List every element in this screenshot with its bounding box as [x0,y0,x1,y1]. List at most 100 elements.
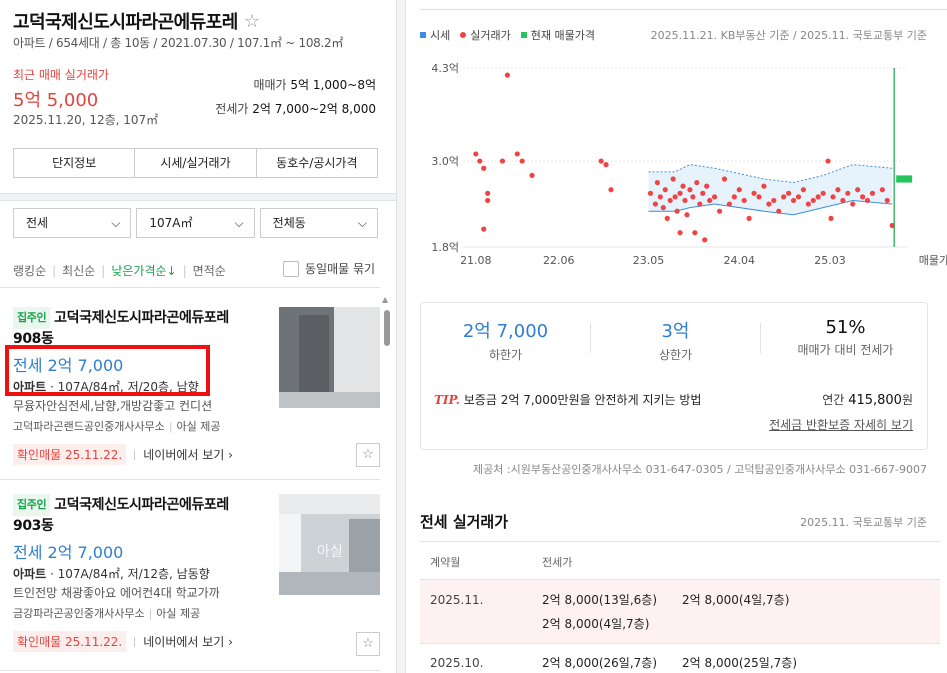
trade-point [835,187,841,193]
y-tick-label: 3.0억 [431,155,459,168]
trade-point [662,187,668,193]
trade-point [736,187,742,193]
legend-market-label: 시세 [430,29,451,42]
listing-photo[interactable]: 아실 [279,494,380,595]
building-select[interactable]: 전체동 ⌵ [259,208,378,238]
complex-name: 고덕국제신도시파라곤에듀포레 [13,12,238,33]
panel-divider [397,0,406,673]
trade-point [704,183,710,189]
trade-point [810,197,816,204]
x-tick-label: 매물가격 [919,254,947,267]
col-month: 계약월 [430,556,461,569]
trade-point [805,201,811,207]
trade-row: 2025.10. 2억 8,000(26일,7층) 2억 8,000(25일,7층… [420,643,940,673]
x-tick-label: 21.08 [460,254,492,267]
trade-month: 2025.11. [430,593,484,607]
summary-max: 3억 상한가 [591,317,760,363]
tip-row: TIP. 보증금 2억 7,000만원을 안전하게 지키는 방법 [434,391,701,408]
trade-type-select[interactable]: 전세 ⌵ [13,208,132,238]
sale-range-value: 5억 1,000~8억 [290,78,376,92]
trade-value: 2억 8,000(13일,6층) [542,593,658,607]
summary-ratio: 51% 매매가 대비 전세가 [761,317,930,358]
trade-point [820,190,826,196]
listing-desc: 트인전망 채광좋아요 에어컨4대 학교가까 [13,586,220,600]
trade-value: 2억 8,000(4일,7층) [682,593,790,607]
dup-checkbox[interactable] [283,260,299,277]
star-outline-icon: ☆ [362,636,374,651]
square-icon [420,32,426,38]
annual-label: 연간 [822,393,845,407]
trade-values: 2억 8,000(13일,6층) 2억 8,000(4일,7층) 2억 8,000… [542,588,822,636]
listing-agent: 고덕파라곤랜드공인중개사사무소 | 아실 제공 [13,420,221,433]
trade-point [603,162,609,168]
detail-panel: 시세 실거래가 현재 매물가격 2025.11.21. KB부동산 기준 / 2… [407,0,947,673]
trade-point [726,201,732,207]
legend-market[interactable]: 시세 [420,27,450,43]
annual-unit: 원 [901,393,913,407]
sort-divider: | [52,263,57,278]
trade-point [771,197,777,204]
scrollbar-thumb[interactable] [384,310,390,346]
provider-info: 제공처 :시원부동산공인중개사사무소 031-647-0305 / 고덕탑공인중… [473,463,927,476]
naver-link[interactable]: 네이버에서 보기 › [134,633,233,650]
trade-table-header: 계약월 전세가 [420,541,940,579]
jeonse-range-label: 전세가 [215,102,249,116]
y-tick-label: 1.8억 [431,241,459,254]
trade-section-title: 전세 실거래가 [420,513,509,531]
tab-unit-price[interactable]: 동호수/공시가격 [257,149,377,177]
trade-point [741,197,747,204]
trade-point [677,190,683,196]
trade-point [682,197,688,204]
favorite-button[interactable]: ☆ [356,632,380,656]
listing-photo[interactable] [279,307,380,408]
listing-type: 아파트 [13,567,47,581]
trade-point [756,194,762,200]
x-tick-label: 25.03 [814,254,846,267]
info-tabs: 단지정보 시세/실거래가 동호수/공시가격 [13,148,378,178]
trade-point [707,197,713,204]
listing-desc: 무융자안심전세,남향,개방감좋고 컨디션 [13,399,213,413]
trade-type-value: 전세 [26,216,49,230]
trade-point [697,201,703,207]
trade-point [664,215,670,221]
trade-point [473,151,479,157]
trade-point [519,158,525,164]
listing-spec-text: 107A/84㎡, 저/12층, 남동향 [57,567,210,581]
item-divider [0,479,380,480]
filter-bar: 전세 ⌵ 107A㎡ ⌵ 전체동 ⌵ [13,208,378,238]
sort-area[interactable]: 면적순 [193,262,226,279]
guarantee-link[interactable]: 전세금 반환보증 자세히 보기 [769,416,913,433]
area-select[interactable]: 107A㎡ ⌵ [136,208,255,238]
trade-point [864,197,871,204]
tab-price-trade[interactable]: 시세/실거래가 [135,149,257,177]
star-outline-icon[interactable]: ☆ [244,11,260,32]
trade-value: 2억 8,000(26일,7층) [542,656,658,670]
legend-listing[interactable]: 현재 매물가격 [520,27,595,43]
annual-value: 415,800 [848,393,902,408]
recent-trade-date: 2025.11.20, 12층, 107㎡ [13,113,159,127]
trade-point [746,215,752,221]
tab-complex-info[interactable]: 단지정보 [14,149,136,177]
dup-toggle[interactable]: 동일매물 묶기 [283,260,375,277]
trade-point [674,208,680,214]
favorite-button[interactable]: ☆ [356,443,380,467]
owner-badge: 집주인 [13,494,51,516]
trade-point [677,230,683,236]
trade-value: 2억 8,000(25일,7층) [682,656,798,670]
legend-actual[interactable]: 실거래가 [460,27,511,43]
scroll-up-icon[interactable]: ▲ [382,295,388,304]
trade-point [529,172,535,178]
price-summary: 2억 7,000 하한가 3억 상한가 51% 매매가 대비 전세가 TIP. 보… [420,302,928,450]
sort-latest[interactable]: 최신순 [62,262,95,279]
trade-month: 2025.10. [430,656,484,670]
sort-low-price[interactable]: 낮은가격순↓ [111,262,176,279]
sort-ranking[interactable]: 랭킹순 [13,262,46,279]
jeonse-range: 전세가 2억 7,000~2억 8,000 [215,100,376,117]
max-price: 3억 [661,321,690,342]
trade-point [855,187,861,193]
item-divider [0,670,380,671]
trade-point [684,212,690,218]
trade-point [884,197,890,204]
list-top-border [0,287,380,288]
naver-link[interactable]: 네이버에서 보기 › [134,446,233,463]
